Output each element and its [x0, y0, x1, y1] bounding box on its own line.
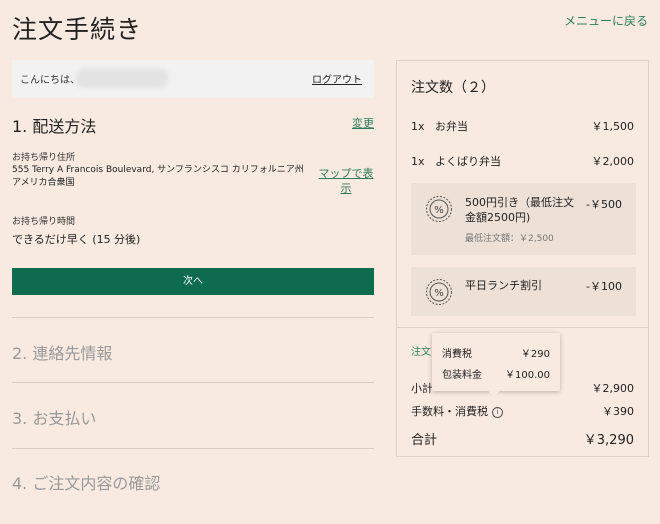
show-map-link[interactable]: マップで表示 — [318, 166, 374, 196]
discount-minimum: 最低注文額：￥2,500 — [465, 234, 554, 244]
svg-text:%: % — [434, 288, 444, 299]
percent-badge-icon: % — [426, 196, 452, 222]
step-title: 連絡先情報 — [32, 344, 113, 363]
fees-row: 手数料・消費税 i ￥390 — [411, 403, 634, 419]
divider — [397, 327, 648, 328]
step-order-review[interactable]: 4. ご注文内容の確認 — [12, 470, 160, 494]
tooltip-label: 消費税 — [442, 349, 472, 360]
address-label: お持ち帰り住所 — [12, 153, 76, 163]
total-label: 合計 — [411, 433, 438, 448]
step-payment[interactable]: 3. お支払い — [12, 405, 96, 429]
item-price: ￥2,000 — [591, 155, 635, 168]
greeting-text: こんにちは、 — [20, 75, 80, 86]
subtotal-label: 小計 — [411, 382, 433, 395]
item-name: お弁当 — [435, 120, 469, 133]
fees-label: 手数料・消費税 — [411, 405, 488, 418]
tooltip-row: 包装料金 ￥100.00 — [442, 366, 550, 381]
item-qty: 1x — [411, 155, 425, 168]
pickup-time-value: できるだけ早く (15 分後) — [12, 233, 141, 246]
step-number: 4. — [12, 474, 28, 493]
tooltip-arrow — [488, 391, 500, 397]
step-title: 配送方法 — [32, 117, 97, 136]
item-name: よくばり弁当 — [435, 155, 502, 168]
divider — [12, 448, 374, 449]
fees-tooltip: 消費税 ￥290 包装料金 ￥100.00 — [432, 333, 560, 397]
back-to-menu-link[interactable]: メニューに戻る — [564, 12, 648, 29]
step-title: ご注文内容の確認 — [32, 474, 161, 493]
discount-name: 平日ランチ割引 — [465, 279, 542, 292]
order-summary-panel: 注文数（２） 1x お弁当 ￥1,500 1x よくばり弁当 ￥2,000 % … — [396, 60, 649, 457]
order-item: 1x お弁当 ￥1,500 — [411, 118, 634, 134]
item-price: ￥1,500 — [591, 120, 635, 133]
discount-amount: -￥500 — [586, 198, 622, 211]
discount-name: 500円引き（最低注文金額2500円) — [465, 196, 574, 224]
item-qty: 1x — [411, 120, 425, 133]
page-title: 注文手続き — [12, 15, 143, 44]
total-row: 合計 ￥3,290 — [411, 429, 634, 448]
tooltip-value: ￥290 — [520, 349, 550, 360]
percent-badge-icon: % — [426, 279, 452, 305]
pickup-address: 555 Terry A Francois Boulevard, サンフランシスコ… — [12, 165, 304, 188]
divider — [12, 317, 374, 318]
svg-text:%: % — [434, 205, 444, 216]
discount-card: % 500円引き（最低注文金額2500円) -￥500 最低注文額：￥2,500 — [411, 183, 636, 255]
logout-link[interactable]: ログアウト — [312, 71, 362, 86]
order-item: 1x よくばり弁当 ￥2,000 — [411, 153, 634, 169]
delivery-section-title: 1. 配送方法 — [12, 113, 96, 137]
next-button[interactable]: 次へ — [12, 268, 374, 295]
discount-amount: -￥100 — [586, 280, 622, 293]
step-number: 1. — [12, 117, 28, 136]
info-icon[interactable]: i — [492, 406, 503, 418]
change-delivery-link[interactable]: 変更 — [352, 115, 374, 131]
greeting-box: こんにちは、 ログアウト — [12, 60, 374, 98]
tooltip-value: ￥100.00 — [505, 370, 550, 381]
order-note-link[interactable]: 注文 — [411, 343, 431, 358]
step-title: お支払い — [32, 409, 97, 428]
tooltip-row: 消費税 ￥290 — [442, 345, 550, 360]
tooltip-label: 包装料金 — [442, 370, 482, 381]
order-count-title: 注文数（２） — [411, 80, 495, 96]
step-contact-info[interactable]: 2. 連絡先情報 — [12, 340, 112, 364]
divider — [12, 382, 374, 383]
total-value: ￥3,290 — [583, 433, 634, 448]
blurred-username — [76, 68, 168, 88]
fees-value: ￥390 — [602, 405, 634, 418]
subtotal-value: ￥2,900 — [591, 382, 635, 395]
step-number: 2. — [12, 344, 28, 363]
time-label: お持ち帰り時間 — [12, 217, 76, 227]
step-number: 3. — [12, 409, 28, 428]
discount-card: % 平日ランチ割引 -￥100 — [411, 267, 636, 316]
